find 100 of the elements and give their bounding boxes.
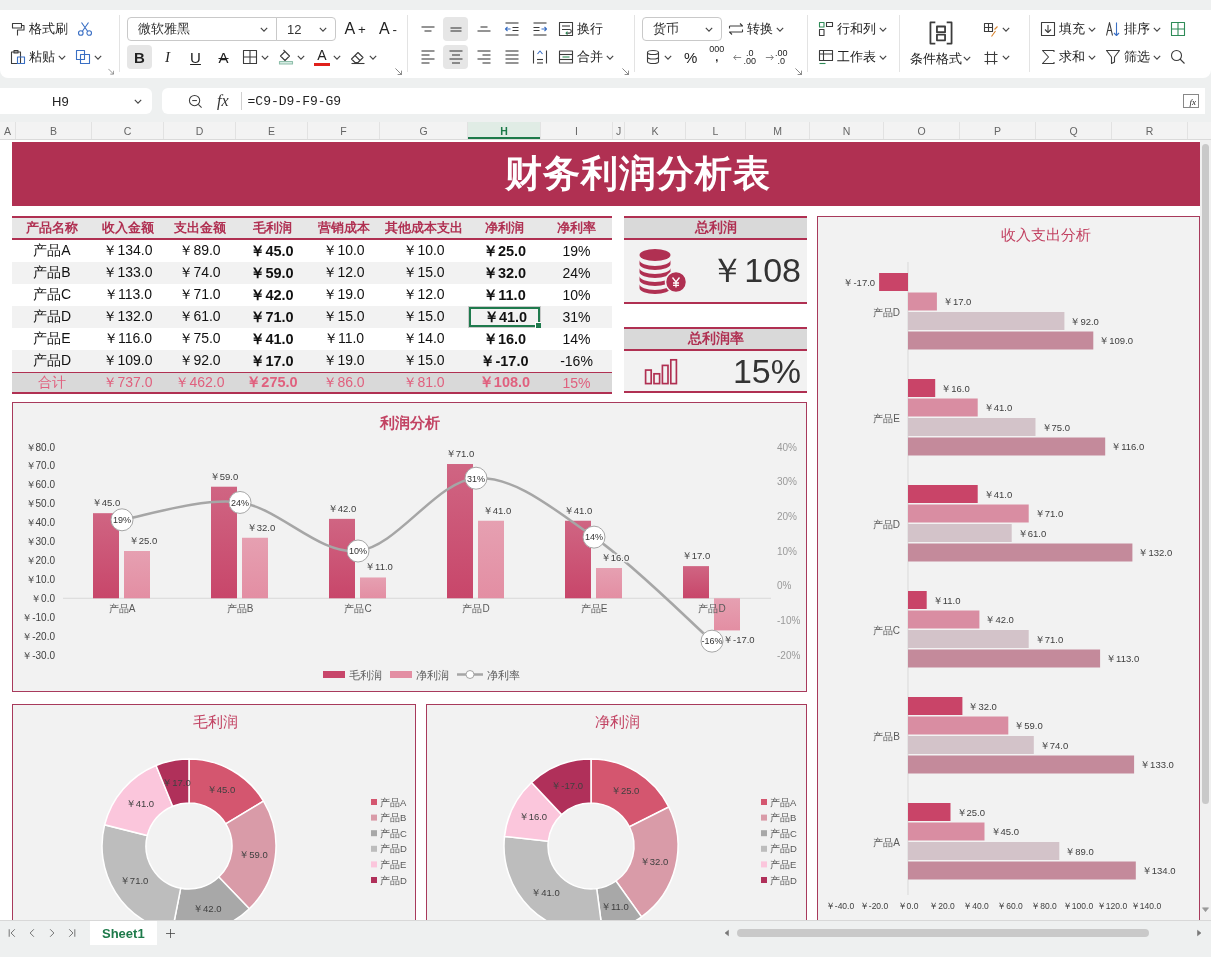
table-cell[interactable]: ￥92.0 xyxy=(164,350,236,372)
table-cell[interactable]: -16% xyxy=(541,350,612,372)
column-header[interactable]: L xyxy=(686,122,746,139)
dialog-launcher-icon[interactable] xyxy=(622,68,629,75)
align-middle-button[interactable] xyxy=(443,17,468,41)
thousands-button[interactable]: 000 , xyxy=(706,45,728,69)
sheet-tab[interactable]: Sheet1 xyxy=(90,921,157,945)
caret-icon xyxy=(58,54,66,60)
swatch-icon xyxy=(323,671,345,678)
column-header[interactable]: I xyxy=(541,122,613,139)
increase-decimal-button[interactable]: .0 .00 xyxy=(730,45,759,69)
table-cell[interactable]: ￥71.0 xyxy=(236,306,308,328)
column-header[interactable]: D xyxy=(164,122,236,139)
table-cell[interactable]: ￥59.0 xyxy=(236,262,308,284)
axis-label: 10% xyxy=(777,545,797,557)
data-label: ￥41.0 xyxy=(983,402,1013,413)
column-header[interactable]: R xyxy=(1112,122,1188,139)
convert-button[interactable]: 转换 xyxy=(725,17,787,41)
table-cell[interactable]: ￥132.0 xyxy=(92,306,164,328)
font-family-select[interactable]: 微软雅黑 xyxy=(127,17,277,41)
swatch-icon xyxy=(761,799,767,805)
formula-field[interactable]: =C9-D9-F9-G9 xyxy=(247,93,342,109)
table-cell[interactable]: 产品D xyxy=(12,306,92,328)
scrollbar-thumb[interactable] xyxy=(1202,144,1209,804)
column-header[interactable]: M xyxy=(746,122,810,139)
column-header[interactable]: A xyxy=(0,122,16,139)
table-cell[interactable]: ￥74.0 xyxy=(164,262,236,284)
data-label: 19% xyxy=(113,515,131,526)
italic-button[interactable]: I xyxy=(155,45,180,69)
caret-icon xyxy=(1002,27,1010,32)
caret-icon xyxy=(879,54,887,60)
column-header[interactable]: O xyxy=(884,122,960,139)
rows-columns-icon xyxy=(818,21,834,37)
format-painter-button[interactable]: 格式刷 xyxy=(7,17,71,41)
marker-icon xyxy=(582,525,606,549)
wrap-text-button[interactable]: 换行 xyxy=(555,17,606,41)
table-cell[interactable]: ￥12.0 xyxy=(308,262,380,284)
column-header[interactable]: P xyxy=(960,122,1036,139)
fill-button[interactable]: 填充 xyxy=(1037,17,1099,41)
cell-name-box[interactable]: H9 xyxy=(0,88,152,114)
bold-button[interactable]: B xyxy=(127,45,152,69)
table-cell[interactable]: 24% xyxy=(541,262,612,284)
table-cell[interactable]: ￥15.0 xyxy=(380,262,468,284)
zoom-button[interactable] xyxy=(188,93,203,109)
column-header[interactable]: B xyxy=(16,122,92,139)
table-cell[interactable]: 产品D xyxy=(12,350,92,372)
conditional-format-button[interactable]: 条件格式 xyxy=(907,14,974,73)
table-cell[interactable]: ￥15.0 xyxy=(380,306,468,328)
column-heading: 其他成本支出 xyxy=(380,216,468,240)
align-bottom-icon xyxy=(475,26,492,32)
table-cell[interactable]: ￥-17.0 xyxy=(468,350,541,372)
percent-button[interactable]: % xyxy=(678,45,704,69)
font-size-select[interactable]: 12 xyxy=(276,17,337,41)
table-cell[interactable]: ￥61.0 xyxy=(164,306,236,328)
column-header[interactable]: N xyxy=(810,122,884,139)
column-header[interactable]: K xyxy=(625,122,686,139)
column-header[interactable]: J xyxy=(613,122,625,139)
strikethrough-button[interactable]: A xyxy=(211,45,236,69)
axis-label: ￥-30.0 xyxy=(22,649,55,661)
sort-button[interactable]: 排序 xyxy=(1102,17,1164,41)
dialog-launcher-icon[interactable] xyxy=(395,68,402,75)
table-cell[interactable]: ￥32.0 xyxy=(468,262,541,284)
legend-label: 产品C xyxy=(770,827,797,839)
table-cell[interactable]: 31% xyxy=(541,306,612,328)
underline-button[interactable]: U xyxy=(183,45,208,69)
column-header[interactable]: H xyxy=(468,122,541,139)
function-button[interactable]: fx xyxy=(1182,94,1199,108)
table-cell[interactable]: ￥41.0 xyxy=(468,306,541,328)
table-cell[interactable]: ￥19.0 xyxy=(308,350,380,372)
scrollbar-thumb[interactable] xyxy=(737,929,1149,937)
table-cell[interactable]: ￥15.0 xyxy=(308,306,380,328)
font-color-button[interactable]: A xyxy=(311,45,344,69)
column-header[interactable]: C xyxy=(92,122,164,139)
chart-title: 净利润 xyxy=(594,713,640,730)
align-center-button[interactable] xyxy=(443,45,468,69)
decrease-decimal-button[interactable]: .00 .0 xyxy=(761,45,791,69)
axis-label: ￥50.0 xyxy=(25,498,55,510)
table-cell[interactable]: 产品B xyxy=(12,262,92,284)
worksheet-button[interactable]: 工作表 xyxy=(815,45,890,69)
data-label: ￥25.0 xyxy=(128,535,158,546)
rows-columns-button[interactable]: 行和列 xyxy=(815,17,890,41)
filter-button[interactable]: 筛选 xyxy=(1102,45,1164,69)
align-top-icon xyxy=(419,26,436,32)
table-cell[interactable]: ￥17.0 xyxy=(236,350,308,372)
table-cell[interactable]: ￥15.0 xyxy=(380,350,468,372)
paste-button[interactable]: 粘贴 xyxy=(7,45,69,69)
dialog-launcher-icon[interactable] xyxy=(795,68,802,75)
data-label: ￥42.0 xyxy=(985,614,1014,625)
column-header[interactable]: E xyxy=(236,122,308,139)
table-cell[interactable]: ￥109.0 xyxy=(92,350,164,372)
dialog-launcher-icon[interactable] xyxy=(108,68,114,75)
axis-label: 0% xyxy=(777,580,792,592)
sum-button[interactable]: 求和 xyxy=(1037,45,1099,69)
column-header[interactable]: Q xyxy=(1036,122,1112,139)
merge-button[interactable]: 合并 xyxy=(555,45,617,69)
column-header[interactable]: F xyxy=(308,122,380,139)
swatch-icon xyxy=(371,814,377,821)
arrow-left-icon xyxy=(733,52,743,62)
number-format-select[interactable]: 货币 xyxy=(642,17,722,41)
table-cell[interactable]: ￥133.0 xyxy=(92,262,164,284)
